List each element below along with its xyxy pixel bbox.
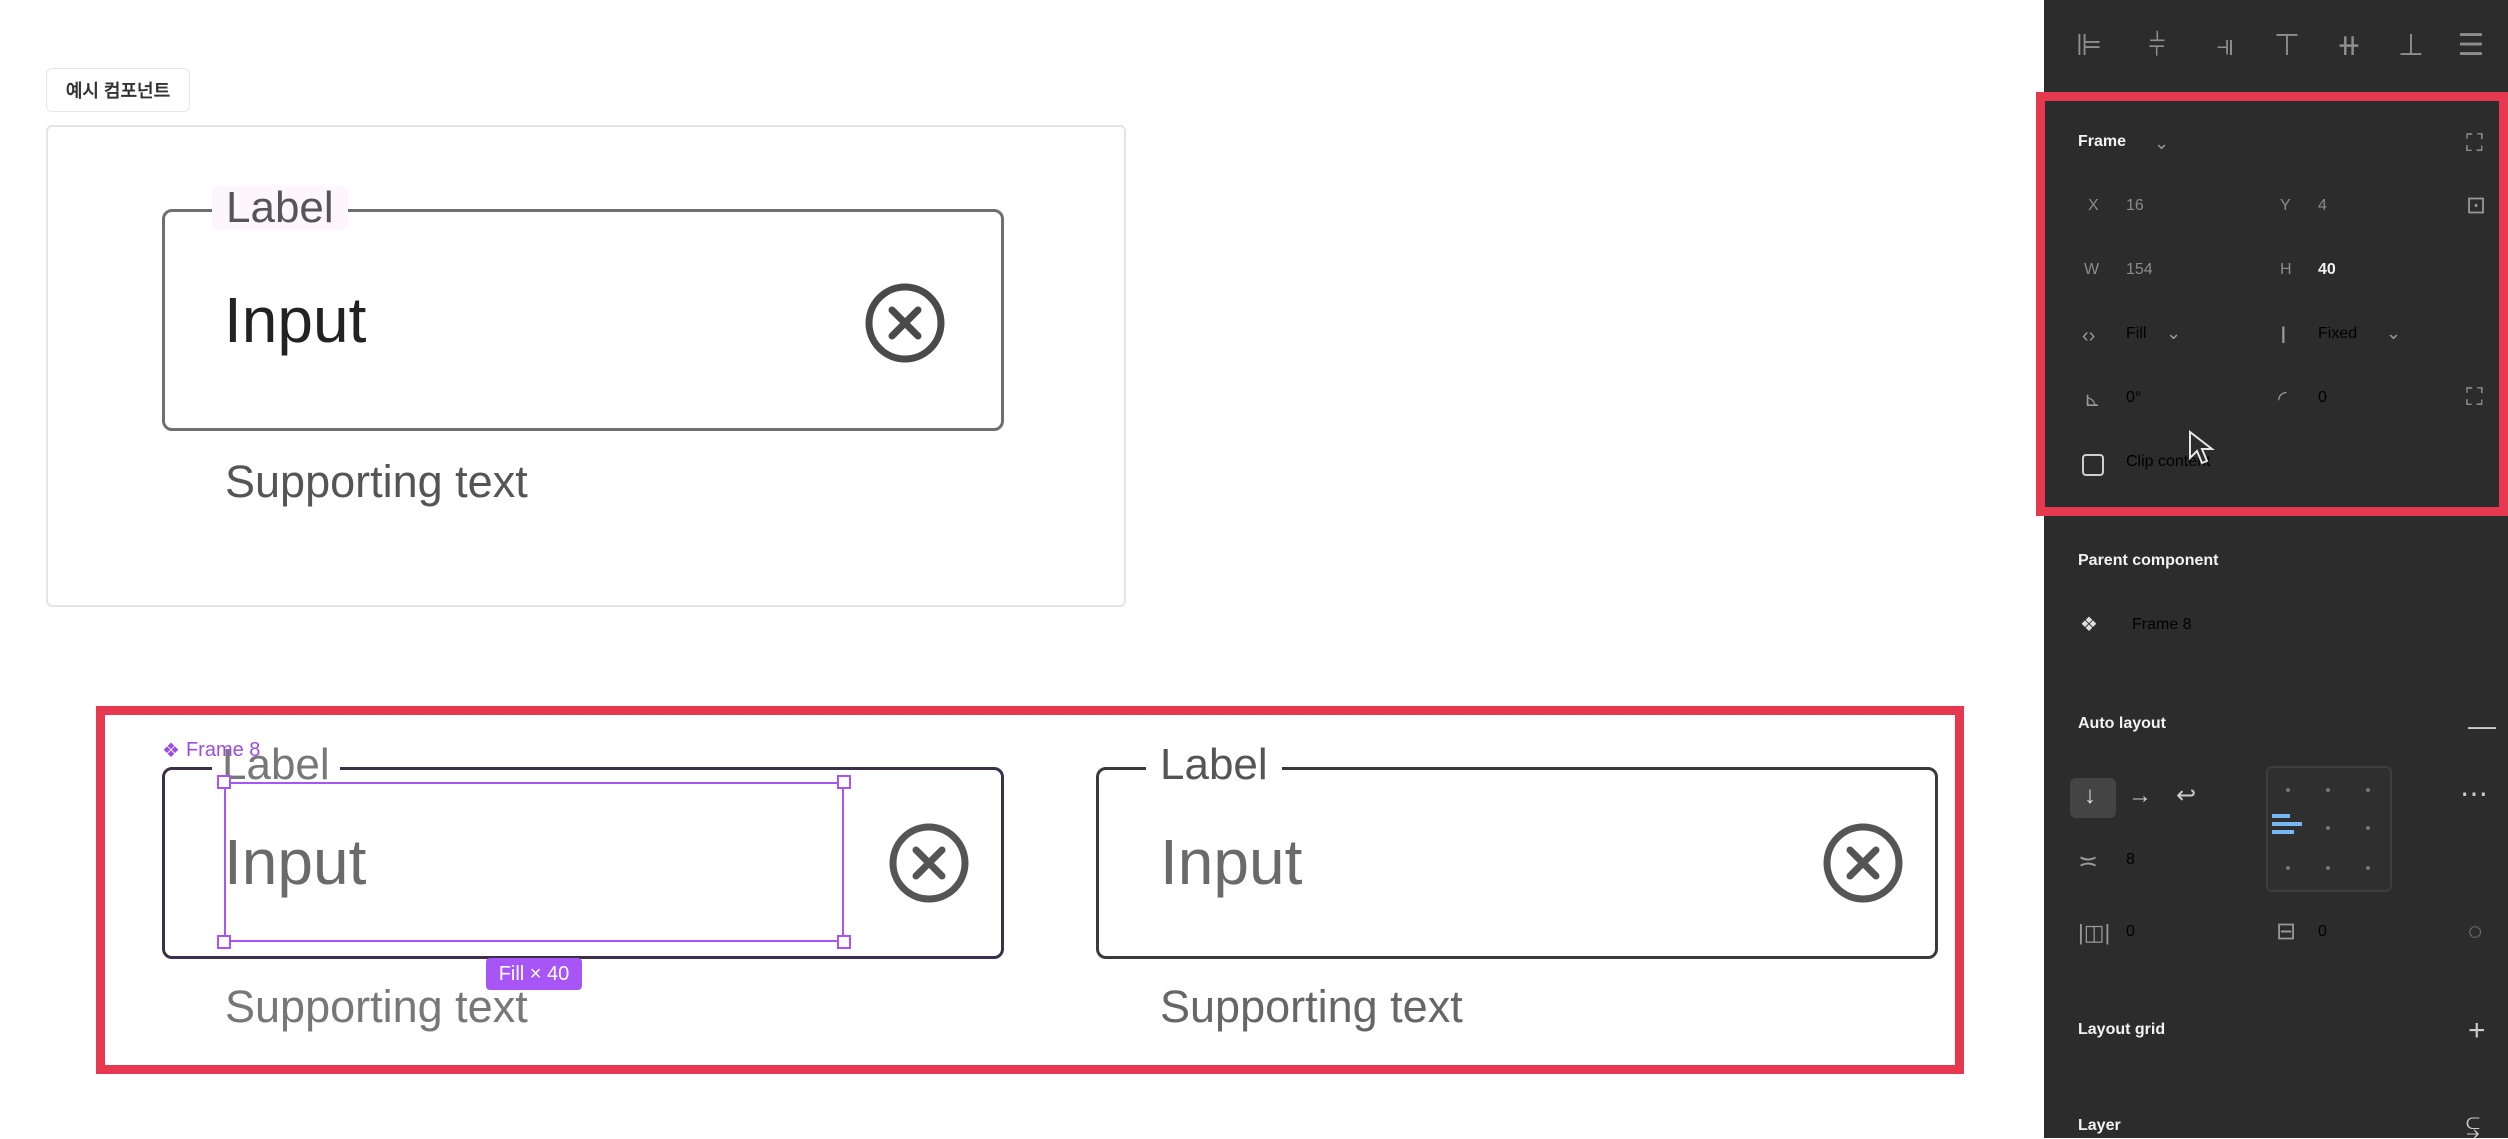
- alignment-dot[interactable]: [2286, 788, 2290, 792]
- blend-mode-icon[interactable]: ⥹: [2466, 1114, 2480, 1138]
- h-field[interactable]: 40: [2318, 262, 2336, 278]
- alignment-dot[interactable]: [2366, 788, 2370, 792]
- y-field[interactable]: 4: [2318, 198, 2327, 214]
- align-right-icon[interactable]: ⫣: [2210, 28, 2240, 64]
- selected-supporting-text: Supporting text: [225, 981, 528, 1032]
- frame8-selection-tag[interactable]: ❖ Frame 8: [162, 738, 260, 763]
- w-label: W: [2084, 261, 2100, 278]
- align-top-icon[interactable]: ⊤: [2272, 28, 2302, 64]
- x-label: X: [2088, 197, 2099, 214]
- clear-icon[interactable]: [1820, 820, 1906, 906]
- parent-component-title: Parent component: [2078, 552, 2219, 569]
- gap-field[interactable]: 8: [2126, 852, 2135, 868]
- frame-name-tag[interactable]: 예시 컴포넌트: [46, 68, 190, 112]
- chevron-down-icon[interactable]: ⌄: [2166, 324, 2181, 342]
- component-icon: ❖: [2080, 614, 2098, 636]
- right-supporting-text: Supporting text: [1160, 981, 1463, 1032]
- selection-rectangle[interactable]: [224, 782, 844, 942]
- example-supporting-text: Supporting text: [225, 456, 528, 507]
- align-bottom-icon[interactable]: ⊥: [2396, 28, 2426, 64]
- h-label: H: [2280, 261, 2292, 278]
- arrow-down-icon: ↓: [2084, 782, 2096, 809]
- align-left-icon[interactable]: ⊫: [2074, 28, 2104, 64]
- vertical-padding-icon: ⊟: [2276, 918, 2297, 945]
- vertical-resize-icon: I: [2280, 322, 2287, 349]
- individual-padding-icon[interactable]: ◌: [2468, 920, 2482, 944]
- alignment-dot[interactable]: [2326, 788, 2330, 792]
- independent-corners-icon[interactable]: ⛶: [2466, 386, 2483, 410]
- more-options-icon[interactable]: ⋯: [2460, 780, 2488, 808]
- resize-handle[interactable]: [217, 935, 231, 949]
- frame-section-title[interactable]: Frame: [2078, 134, 2126, 150]
- size-badge: Fill × 40: [486, 958, 582, 990]
- distribute-icon[interactable]: ☰: [2456, 28, 2486, 64]
- clear-icon[interactable]: [886, 820, 972, 906]
- align-center-horizontal-icon[interactable]: ⫩: [2142, 28, 2172, 64]
- clip-content-checkbox[interactable]: [2082, 454, 2104, 476]
- width-mode-select[interactable]: Fill: [2126, 326, 2146, 342]
- rotation-icon: ⊾: [2084, 389, 2101, 411]
- alignment-indicator: [2272, 814, 2306, 836]
- layer-title: Layer: [2078, 1117, 2121, 1134]
- add-layout-grid-icon[interactable]: +: [2468, 1016, 2486, 1046]
- right-field-input[interactable]: Input: [1160, 830, 1302, 894]
- chevron-down-icon[interactable]: ⌄: [2154, 134, 2169, 152]
- arrow-right-icon[interactable]: →: [2128, 784, 2152, 808]
- example-field-input[interactable]: Input: [224, 288, 366, 352]
- highlight-box-panel: [2036, 92, 2508, 516]
- corner-radius-icon: ◜: [2278, 386, 2287, 411]
- frame8-tag-label: Frame 8: [185, 739, 261, 761]
- alignment-dot[interactable]: [2366, 826, 2370, 830]
- example-field-label: Label: [212, 186, 348, 230]
- parent-component-link[interactable]: Frame 8: [2132, 617, 2192, 633]
- vertical-padding-field[interactable]: 0: [2318, 924, 2327, 940]
- clear-icon[interactable]: [862, 280, 948, 366]
- w-field[interactable]: 154: [2126, 262, 2153, 278]
- constraints-icon[interactable]: ⊡: [2466, 194, 2486, 218]
- wrap-icon[interactable]: ↩: [2176, 784, 2196, 808]
- horizontal-padding-icon: |◫|: [2078, 920, 2111, 945]
- component-icon: ❖: [162, 740, 180, 762]
- alignment-dot[interactable]: [2286, 866, 2290, 870]
- resize-handle[interactable]: [217, 775, 231, 789]
- y-label: Y: [2280, 197, 2291, 214]
- auto-layout-title: Auto layout: [2078, 715, 2166, 732]
- gap-icon: ≍: [2078, 848, 2099, 875]
- mouse-cursor-icon: [2189, 430, 2215, 465]
- code-brackets-icon: ‹›: [2082, 325, 2096, 347]
- horizontal-padding-field[interactable]: 0: [2126, 924, 2135, 940]
- chevron-down-icon[interactable]: ⌄: [2386, 324, 2401, 342]
- rotation-field[interactable]: 0°: [2126, 390, 2141, 406]
- remove-auto-layout-icon[interactable]: —: [2468, 712, 2496, 740]
- height-mode-select[interactable]: Fixed: [2318, 326, 2357, 342]
- resize-to-fit-icon[interactable]: ⛶: [2466, 132, 2483, 156]
- alignment-dot[interactable]: [2366, 866, 2370, 870]
- x-field[interactable]: 16: [2126, 198, 2144, 214]
- resize-handle[interactable]: [837, 935, 851, 949]
- right-field-label: Label: [1146, 743, 1282, 787]
- align-center-vertical-icon[interactable]: ⧺: [2334, 28, 2364, 64]
- alignment-dot[interactable]: [2326, 826, 2330, 830]
- resize-handle[interactable]: [837, 775, 851, 789]
- alignment-dot[interactable]: [2326, 866, 2330, 870]
- layout-grid-title: Layout grid: [2078, 1021, 2166, 1038]
- corner-radius-field[interactable]: 0: [2318, 390, 2327, 406]
